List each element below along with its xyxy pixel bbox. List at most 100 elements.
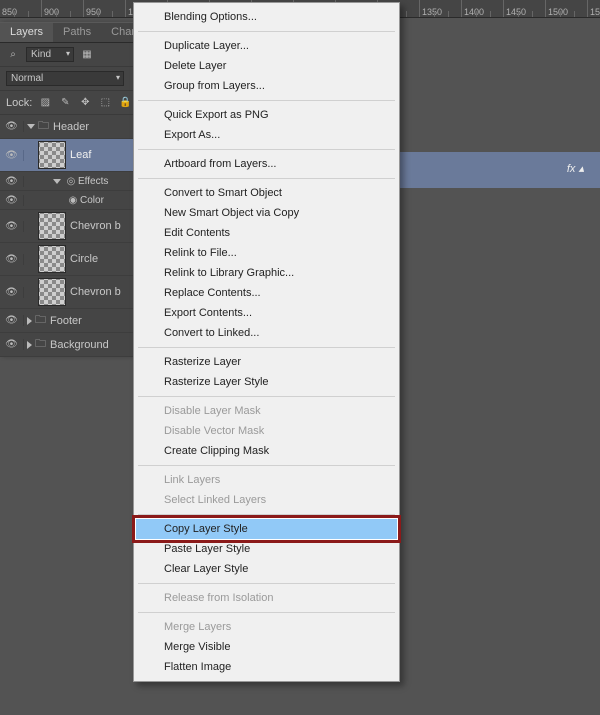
layer-context-menu: Blending Options... Duplicate Layer...Del…: [133, 2, 400, 682]
blend-mode-dropdown[interactable]: Normal: [6, 71, 124, 86]
layer-row[interactable]: 👁Leaf: [0, 139, 144, 172]
ruler-mark: 900: [42, 0, 84, 17]
menu-item[interactable]: Blending Options...: [136, 7, 397, 27]
menu-item[interactable]: Relink to File...: [136, 243, 397, 263]
disclosure-triangle-icon[interactable]: [53, 179, 61, 184]
lock-all-icon[interactable]: 🔒: [118, 96, 132, 110]
menu-separator: [138, 347, 395, 348]
layer-thumbnail[interactable]: [38, 278, 66, 306]
menu-item[interactable]: Edit Contents: [136, 223, 397, 243]
layer-thumbnail[interactable]: [38, 245, 66, 273]
layer-name[interactable]: Background: [50, 339, 144, 351]
layer-row[interactable]: 👁Circle: [0, 243, 144, 276]
menu-item[interactable]: Flatten Image: [136, 657, 397, 677]
menu-separator: [138, 612, 395, 613]
lock-position-icon[interactable]: ✥: [78, 96, 92, 110]
ruler-mark: 1400: [462, 0, 504, 17]
lock-row: Lock: ▨ ✎ ✥ ⬚ 🔒: [0, 91, 144, 115]
layer-name[interactable]: Header: [53, 121, 144, 133]
menu-separator: [138, 583, 395, 584]
blend-mode-row: Normal: [0, 67, 144, 91]
search-icon[interactable]: ⌕: [6, 48, 20, 62]
lock-label: Lock:: [6, 97, 32, 109]
layer-filter-row: ⌕ Kind ▦: [0, 43, 144, 67]
layers-panel: LayersPathsChannels ⌕ Kind ▦ Normal Lock…: [0, 22, 145, 357]
visibility-eye-icon[interactable]: 👁: [0, 221, 24, 232]
menu-item[interactable]: Rasterize Layer: [136, 352, 397, 372]
fx-item-icon: ◉: [66, 193, 80, 207]
menu-separator: [138, 100, 395, 101]
folder-icon: 🗀: [35, 335, 46, 354]
menu-item[interactable]: Group from Layers...: [136, 76, 397, 96]
menu-item[interactable]: Merge Visible: [136, 637, 397, 657]
folder-icon: 🗀: [35, 311, 46, 330]
menu-item[interactable]: Create Clipping Mask: [136, 441, 397, 461]
menu-separator: [138, 149, 395, 150]
menu-item: Disable Layer Mask: [136, 401, 397, 421]
visibility-eye-icon[interactable]: 👁: [0, 254, 24, 265]
menu-item[interactable]: Delete Layer: [136, 56, 397, 76]
menu-separator: [138, 31, 395, 32]
panel-tabs: LayersPathsChannels: [0, 23, 144, 43]
visibility-eye-icon[interactable]: 👁: [0, 150, 24, 161]
tab-paths[interactable]: Paths: [53, 23, 101, 42]
menu-item: Disable Vector Mask: [136, 421, 397, 441]
menu-item[interactable]: Clear Layer Style: [136, 559, 397, 579]
menu-item[interactable]: Quick Export as PNG: [136, 105, 397, 125]
menu-separator: [138, 178, 395, 179]
menu-item[interactable]: Rasterize Layer Style: [136, 372, 397, 392]
menu-item[interactable]: Convert to Smart Object: [136, 183, 397, 203]
visibility-eye-icon[interactable]: 👁: [0, 195, 24, 206]
ruler-mark: 1450: [504, 0, 546, 17]
menu-item[interactable]: Paste Layer Style: [136, 539, 397, 559]
menu-item: Merge Layers: [136, 617, 397, 637]
menu-item[interactable]: New Smart Object via Copy: [136, 203, 397, 223]
visibility-eye-icon[interactable]: 👁: [0, 121, 24, 132]
visibility-eye-icon[interactable]: 👁: [0, 315, 24, 326]
menu-item: Select Linked Layers: [136, 490, 397, 510]
lock-artboard-icon[interactable]: ⬚: [98, 96, 112, 110]
lock-pixels-icon[interactable]: ✎: [58, 96, 72, 110]
menu-item[interactable]: Export Contents...: [136, 303, 397, 323]
layer-row[interactable]: 👁 🗀 Header: [0, 115, 144, 139]
menu-separator: [138, 465, 395, 466]
visibility-eye-icon[interactable]: 👁: [0, 287, 24, 298]
menu-item[interactable]: Convert to Linked...: [136, 323, 397, 343]
menu-item[interactable]: Relink to Library Graphic...: [136, 263, 397, 283]
layer-row[interactable]: 👁 🗀 Footer: [0, 309, 144, 333]
menu-item[interactable]: Copy Layer Style: [136, 519, 397, 539]
disclosure-triangle-icon[interactable]: [27, 317, 32, 325]
ruler-mark: 950: [84, 0, 126, 17]
visibility-eye-icon[interactable]: 👁: [0, 176, 24, 187]
disclosure-triangle-icon[interactable]: [27, 341, 32, 349]
layer-name[interactable]: Footer: [50, 315, 144, 327]
layers-list: 👁🗀Header👁Leaf👁◎Effects👁◉Color👁Chevron b👁…: [0, 115, 144, 357]
fx-badge: fx ▴: [567, 162, 584, 175]
disclosure-triangle-icon[interactable]: [27, 124, 35, 129]
layer-row[interactable]: 👁Chevron b: [0, 210, 144, 243]
folder-icon: 🗀: [38, 117, 49, 136]
ruler-mark: 1550: [588, 0, 600, 17]
ruler-mark: 1350: [420, 0, 462, 17]
layer-thumbnail[interactable]: [38, 141, 66, 169]
menu-separator: [138, 396, 395, 397]
fx-icon: ◎: [64, 174, 78, 188]
menu-item[interactable]: Export As...: [136, 125, 397, 145]
visibility-eye-icon[interactable]: 👁: [0, 339, 24, 350]
tab-layers[interactable]: Layers: [0, 23, 53, 42]
menu-item: Link Layers: [136, 470, 397, 490]
filter-image-icon[interactable]: ▦: [80, 48, 94, 62]
menu-item: Release from Isolation: [136, 588, 397, 608]
layer-row[interactable]: 👁◎Effects: [0, 172, 144, 191]
layer-row[interactable]: 👁Chevron b: [0, 276, 144, 309]
filter-kind-dropdown[interactable]: Kind: [26, 47, 74, 62]
menu-item[interactable]: Artboard from Layers...: [136, 154, 397, 174]
layer-row[interactable]: 👁 🗀 Background: [0, 333, 144, 357]
layer-row[interactable]: 👁◉Color: [0, 191, 144, 210]
menu-item[interactable]: Duplicate Layer...: [136, 36, 397, 56]
lock-transparent-icon[interactable]: ▨: [38, 96, 52, 110]
menu-separator: [138, 514, 395, 515]
ruler-mark: 850: [0, 0, 42, 17]
layer-thumbnail[interactable]: [38, 212, 66, 240]
menu-item[interactable]: Replace Contents...: [136, 283, 397, 303]
